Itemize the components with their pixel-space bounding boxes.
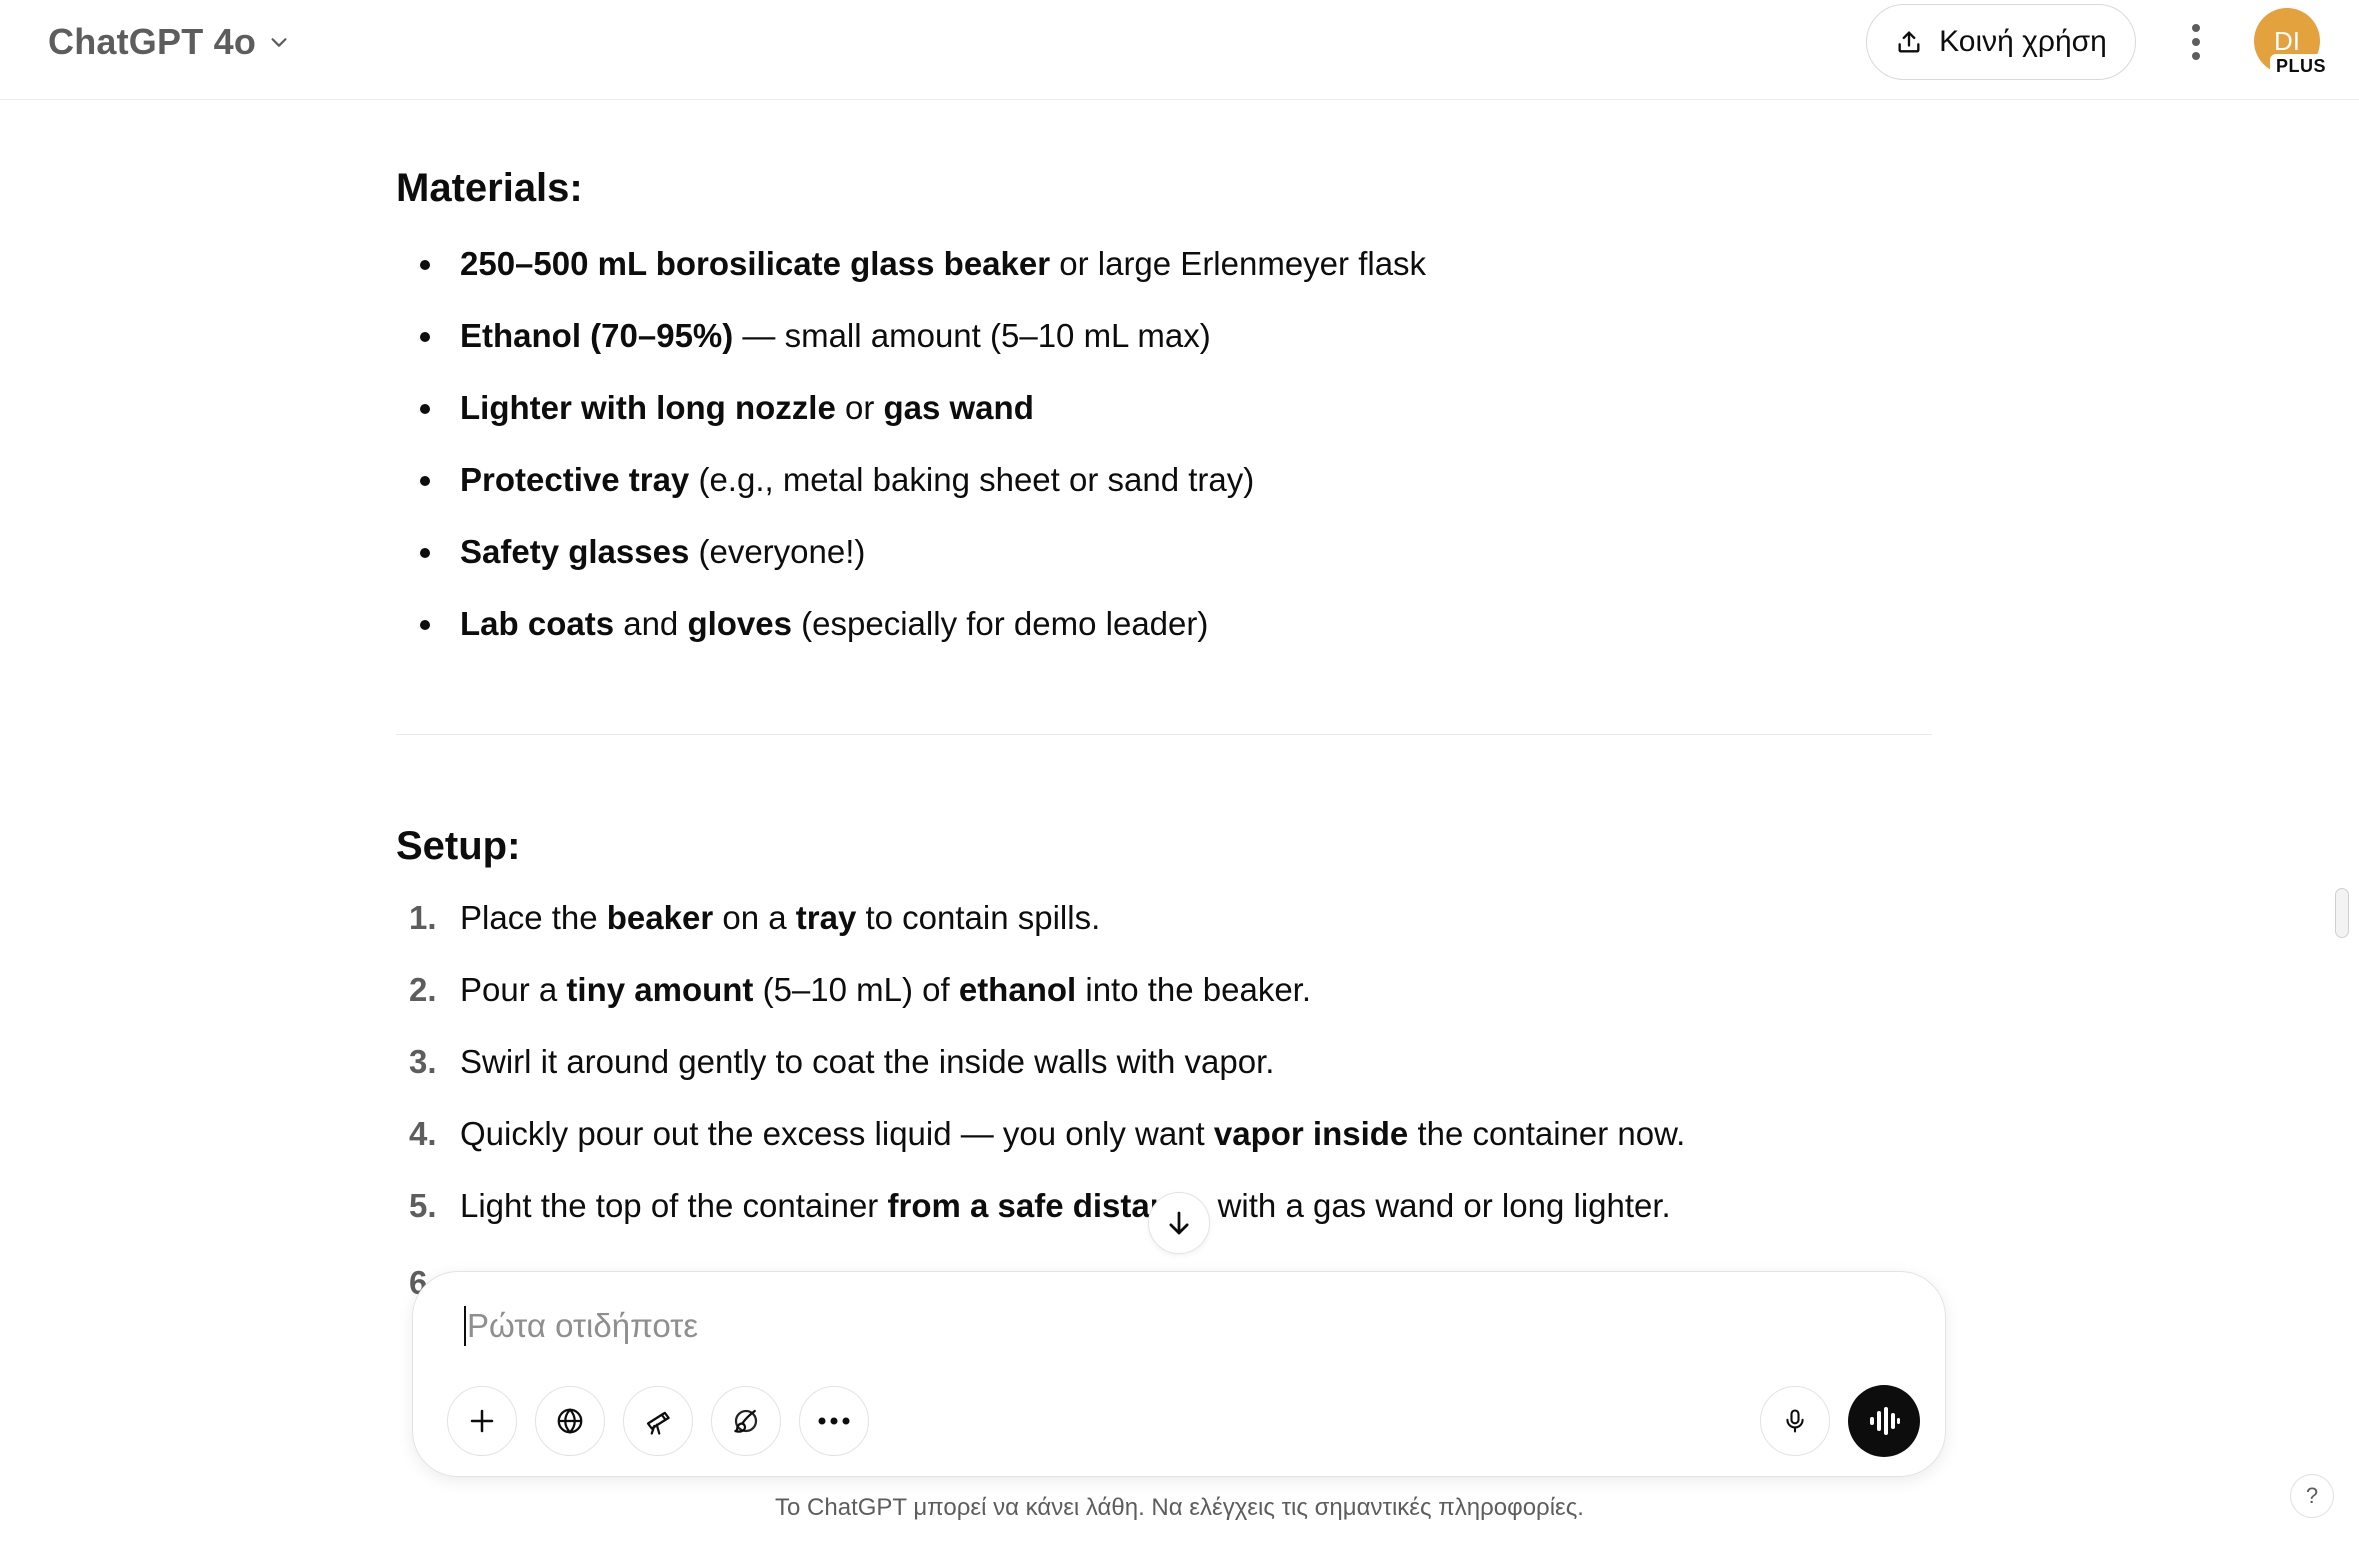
text-run: Place the <box>460 899 607 936</box>
share-button[interactable]: Κοινή χρήση <box>1866 4 2136 80</box>
globe-icon <box>557 1408 583 1434</box>
text-run: or large Erlenmeyer flask <box>1050 245 1427 282</box>
conversation-options-button[interactable] <box>2166 12 2226 72</box>
bold-text: beaker <box>606 899 714 936</box>
setup-step: 4. Quickly pour out the excess liquid — y… <box>396 1114 1685 1186</box>
text-run: or <box>835 389 884 426</box>
materials-list-item: Lighter with long nozzle or gas wand <box>396 388 1426 460</box>
bold-text: vapor inside <box>1213 1115 1409 1152</box>
paintbrush-icon <box>734 1409 758 1433</box>
setup-step: 2. Pour a tiny amount (5–10 mL) of ethano… <box>396 970 1685 1042</box>
bold-text: Lab coats <box>460 605 615 642</box>
create-image-button[interactable] <box>711 1386 781 1456</box>
bold-text: from a safe distar <box>887 1187 1163 1224</box>
materials-list-item: Protective tray (e.g., metal baking shee… <box>396 460 1426 532</box>
kebab-menu-icon <box>2192 24 2200 60</box>
text-run: into the beaker. <box>1076 971 1312 1008</box>
bold-text: 250–500 mL borosilicate glass beaker <box>460 245 1051 282</box>
bullet-marker <box>420 260 430 270</box>
text-run: (e.g., metal baking sheet or sand tray) <box>689 461 1255 498</box>
microphone-icon <box>1786 1409 1804 1433</box>
bold-text: Ethanol (70–95%) <box>460 317 734 354</box>
text-run: Light the top of the container <box>460 1187 888 1224</box>
bold-text: tray <box>795 899 857 936</box>
more-tools-button[interactable] <box>799 1386 869 1456</box>
plus-icon <box>470 1409 494 1433</box>
help-button[interactable]: ? <box>2290 1474 2334 1518</box>
text-run: Quickly pour out the excess liquid — you… <box>460 1115 1214 1152</box>
share-label: Κοινή χρήση <box>1939 25 2107 58</box>
step-number: 1. <box>409 899 437 936</box>
arrow-down-icon <box>1169 1211 1189 1235</box>
step-number: 5. <box>409 1187 437 1224</box>
text-run: Pour a <box>460 971 567 1008</box>
text-run: on a <box>713 899 796 936</box>
model-name: ChatGPT 4o <box>48 21 257 62</box>
bold-text: Lighter with long nozzle <box>460 389 836 426</box>
bullet-marker <box>420 476 430 486</box>
dictate-button[interactable] <box>1760 1386 1830 1456</box>
bold-text: tiny amount <box>566 971 754 1008</box>
text-run: and <box>614 605 688 642</box>
disclaimer-text: Το ChatGPT μπορεί να κάνει λάθη. Να ελέγ… <box>775 1494 1584 1521</box>
text-run: to contain spills. <box>856 899 1101 936</box>
materials-list: 250–500 mL borosilicate glass beaker or … <box>396 244 1426 676</box>
voice-waveform-icon <box>1870 1407 1900 1435</box>
bold-text: gloves <box>687 605 792 642</box>
bold-text: Protective tray <box>460 461 690 498</box>
setup-heading: Setup: <box>396 824 521 868</box>
section-divider <box>396 734 1932 735</box>
step-number: 4. <box>409 1115 437 1152</box>
materials-heading: Materials: <box>396 166 583 210</box>
web-search-button[interactable] <box>535 1386 605 1456</box>
deep-research-button[interactable] <box>623 1386 693 1456</box>
setup-step: 5. Light the top of the container from a … <box>396 1186 1685 1258</box>
text-run: with a gas wand or long lighter. <box>1162 1187 1671 1224</box>
text-run: — small amount (5–10 mL max) <box>733 317 1211 354</box>
materials-list-item: Safety glasses (everyone!) <box>396 532 1426 604</box>
text-run: the container now. <box>1408 1115 1686 1152</box>
materials-list-item: 250–500 mL borosilicate glass beaker or … <box>396 244 1426 316</box>
scroll-to-bottom-button[interactable] <box>1148 1192 1210 1254</box>
model-switcher[interactable]: ChatGPT 4o <box>36 16 302 68</box>
text-run: (everyone!) <box>689 533 866 570</box>
telescope-icon <box>646 1411 670 1435</box>
setup-step: 3. Swirl it around gently to coat the ins… <box>396 1042 1685 1114</box>
step-number: 3. <box>409 1043 437 1080</box>
text-run: Swirl it around gently to coat the insid… <box>460 1043 1275 1080</box>
bullet-marker <box>420 404 430 414</box>
bullet-marker <box>420 548 430 558</box>
avatar-initials: DI <box>2274 25 2300 56</box>
voice-mode-button[interactable] <box>1848 1385 1920 1457</box>
text-run: (5–10 mL) of <box>753 971 959 1008</box>
add-attachment-button[interactable] <box>447 1386 517 1456</box>
bold-text: gas wand <box>883 389 1034 426</box>
bold-text: ethanol <box>958 971 1077 1008</box>
text-run: (especially for demo leader) <box>792 605 1209 642</box>
message-composer <box>412 1271 1946 1477</box>
chevron-down-icon <box>271 38 287 47</box>
top-header: ChatGPT 4o Κοινή χρήση DI PLUS <box>0 0 2359 100</box>
setup-steps-list: 1. Place the beaker on a tray to contain … <box>396 898 1685 1258</box>
text-caret <box>464 1306 466 1346</box>
bold-text: Safety glasses <box>460 533 690 570</box>
prompt-input[interactable] <box>465 1300 1865 1352</box>
bullet-marker <box>420 620 430 630</box>
materials-list-item: Ethanol (70–95%) — small amount (5–10 mL… <box>396 316 1426 388</box>
step-number: 2. <box>409 971 437 1008</box>
scrollbar-thumb[interactable] <box>2335 888 2349 938</box>
setup-step: 1. Place the beaker on a tray to contain … <box>396 898 1685 970</box>
materials-list-item: Lab coats and gloves (especially for dem… <box>396 604 1426 676</box>
more-horizontal-icon <box>818 1417 850 1425</box>
bullet-marker <box>420 332 430 342</box>
share-upload-icon <box>1898 31 1920 53</box>
plan-badge: PLUS <box>2270 54 2333 78</box>
